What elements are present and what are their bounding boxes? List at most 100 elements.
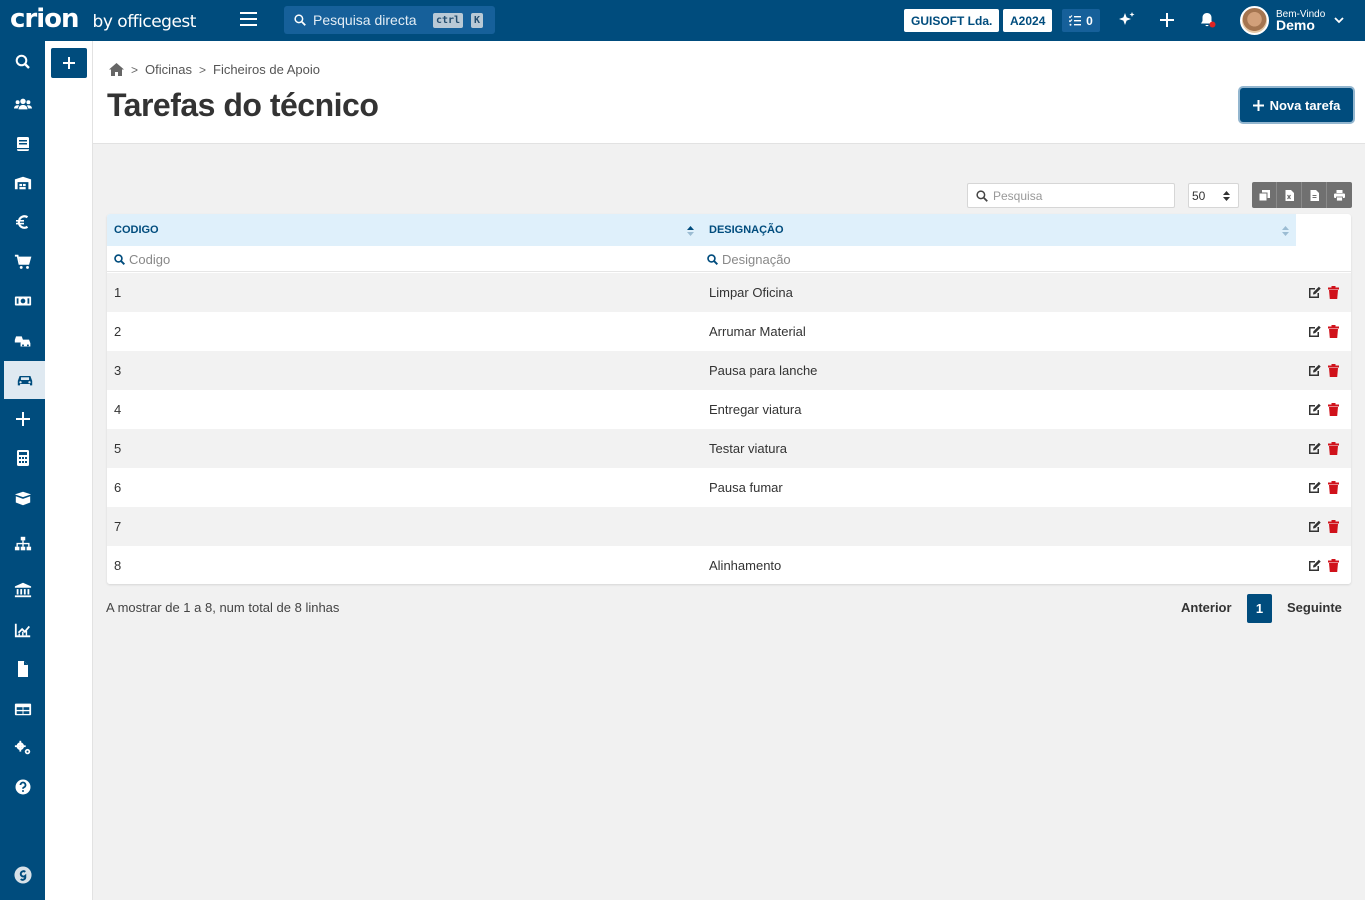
edit-icon[interactable] bbox=[1308, 364, 1321, 377]
breadcrumb-ficheiros[interactable]: Ficheiros de Apoio bbox=[213, 62, 320, 77]
edit-icon[interactable] bbox=[1308, 481, 1321, 494]
table-row[interactable]: 8 Alinhamento bbox=[107, 546, 1351, 584]
csv-button[interactable] bbox=[1302, 182, 1327, 208]
sort-asc-icon bbox=[687, 226, 694, 236]
new-task-button[interactable]: Nova tarefa bbox=[1240, 88, 1353, 122]
company-badge[interactable]: GUISOFT Lda. bbox=[904, 9, 1000, 32]
tasks-table: CODIGO DESIGNAÇÃO 1 Limpar Oficina 2 Arr… bbox=[107, 214, 1351, 584]
sidebar-item-warehouse[interactable] bbox=[0, 164, 45, 202]
pagination-previous[interactable]: Anterior bbox=[1181, 600, 1232, 615]
delete-icon[interactable] bbox=[1327, 442, 1340, 455]
table-search[interactable] bbox=[967, 183, 1175, 208]
filter-designacao[interactable] bbox=[707, 246, 972, 272]
secondary-panel bbox=[45, 41, 93, 900]
table-row[interactable]: 6 Pausa fumar bbox=[107, 468, 1351, 507]
table-row[interactable]: 4 Entregar viatura bbox=[107, 390, 1351, 429]
delete-icon[interactable] bbox=[1327, 325, 1340, 338]
warehouse-icon bbox=[14, 176, 31, 190]
sidebar-item-files[interactable] bbox=[0, 650, 45, 688]
edit-icon[interactable] bbox=[1308, 286, 1321, 299]
sidebar-item-stock[interactable] bbox=[0, 479, 45, 517]
car-icon bbox=[17, 375, 32, 386]
sidebar-item-calculator[interactable] bbox=[0, 439, 45, 477]
delete-icon[interactable] bbox=[1327, 286, 1340, 299]
delete-icon[interactable] bbox=[1327, 364, 1340, 377]
table-row[interactable]: 2 Arrumar Material bbox=[107, 312, 1351, 351]
plus-icon bbox=[63, 57, 75, 69]
sidebar-item-fleet[interactable] bbox=[0, 321, 45, 359]
edit-icon[interactable] bbox=[1308, 520, 1321, 533]
sidebar-item-settings[interactable] bbox=[0, 729, 45, 767]
excel-button[interactable] bbox=[1277, 182, 1302, 208]
filter-codigo-input[interactable] bbox=[129, 251, 379, 267]
cell-designacao: Arrumar Material bbox=[709, 324, 806, 339]
page-size-value: 50 bbox=[1192, 188, 1206, 203]
tasks-count: 0 bbox=[1086, 13, 1093, 28]
cell-codigo: 5 bbox=[114, 441, 122, 456]
box-icon bbox=[14, 491, 31, 506]
sidebar-item-tables[interactable] bbox=[0, 690, 45, 728]
sidebar-item-users[interactable] bbox=[0, 85, 45, 123]
global-search[interactable]: Pesquisa directa ctrl K bbox=[284, 6, 495, 34]
brand-g-icon bbox=[13, 866, 32, 884]
search-icon bbox=[294, 14, 306, 26]
brand-logo[interactable]: crion by officegest bbox=[10, 4, 196, 34]
user-welcome[interactable]: Bem-Vindo Demo bbox=[1276, 9, 1325, 32]
page-size-select[interactable]: 50 bbox=[1188, 183, 1239, 208]
top-bar: crion by officegest Pesquisa directa ctr… bbox=[0, 0, 1365, 41]
search-icon bbox=[707, 253, 718, 265]
bell-icon[interactable] bbox=[1198, 11, 1216, 29]
chevron-down-icon[interactable] bbox=[1334, 15, 1344, 25]
breadcrumb: > Oficinas > Ficheiros de Apoio bbox=[109, 62, 320, 77]
edit-icon[interactable] bbox=[1308, 442, 1321, 455]
home-icon[interactable] bbox=[109, 63, 124, 76]
column-header-designacao[interactable]: DESIGNAÇÃO bbox=[709, 214, 1296, 246]
delete-icon[interactable] bbox=[1327, 559, 1340, 572]
delete-icon[interactable] bbox=[1327, 403, 1340, 416]
cell-codigo: 7 bbox=[114, 519, 122, 534]
edit-icon[interactable] bbox=[1308, 325, 1321, 338]
filter-designacao-input[interactable] bbox=[722, 251, 972, 267]
sidebar-item-brand[interactable] bbox=[0, 856, 45, 894]
sidebar-item-bank[interactable] bbox=[0, 571, 45, 609]
print-button[interactable] bbox=[1327, 182, 1352, 208]
table-row[interactable]: 3 Pausa para lanche bbox=[107, 351, 1351, 390]
sidebar-item-sales[interactable] bbox=[0, 243, 45, 281]
column-header-codigo[interactable]: CODIGO bbox=[114, 214, 701, 246]
add-icon[interactable] bbox=[1158, 11, 1176, 29]
page-title: Tarefas do técnico bbox=[107, 87, 379, 123]
copy-button[interactable] bbox=[1252, 182, 1277, 208]
file-icon bbox=[17, 661, 28, 677]
plus-icon bbox=[15, 412, 30, 426]
search-icon bbox=[114, 253, 125, 265]
filter-codigo[interactable] bbox=[114, 246, 379, 272]
menu-icon[interactable] bbox=[240, 12, 257, 26]
delete-icon[interactable] bbox=[1327, 481, 1340, 494]
sidebar-item-cash[interactable] bbox=[0, 282, 45, 320]
ai-sparkle-icon[interactable] bbox=[1118, 11, 1136, 29]
table-row[interactable]: 5 Testar viatura bbox=[107, 429, 1351, 468]
pagination-current-page[interactable]: 1 bbox=[1247, 594, 1272, 623]
sidebar-item-structure[interactable] bbox=[0, 525, 45, 563]
quick-add-button[interactable] bbox=[51, 48, 87, 78]
sidebar-item-workshops[interactable] bbox=[0, 361, 45, 399]
sidebar-item-reports[interactable] bbox=[0, 611, 45, 649]
sidebar-item-finance[interactable] bbox=[0, 203, 45, 241]
delete-icon[interactable] bbox=[1327, 520, 1340, 533]
breadcrumb-oficinas[interactable]: Oficinas bbox=[145, 62, 192, 77]
avatar[interactable] bbox=[1240, 6, 1269, 35]
sidebar-item-more[interactable] bbox=[0, 400, 45, 438]
page-header: > Oficinas > Ficheiros de Apoio Tarefas … bbox=[93, 41, 1365, 144]
edit-icon[interactable] bbox=[1308, 403, 1321, 416]
sidebar-item-documents[interactable] bbox=[0, 125, 45, 163]
tasks-badge[interactable]: 0 bbox=[1062, 9, 1100, 32]
sidebar-item-help[interactable] bbox=[0, 768, 45, 806]
edit-icon[interactable] bbox=[1308, 559, 1321, 572]
year-badge[interactable]: A2024 bbox=[1003, 9, 1053, 32]
sidebar-item-search[interactable] bbox=[0, 43, 45, 81]
pagination-next[interactable]: Seguinte bbox=[1287, 600, 1342, 615]
table-search-input[interactable] bbox=[993, 188, 1163, 203]
table-row[interactable]: 1 Limpar Oficina bbox=[107, 273, 1351, 312]
cell-codigo: 1 bbox=[114, 285, 122, 300]
table-row[interactable]: 7 bbox=[107, 507, 1351, 546]
